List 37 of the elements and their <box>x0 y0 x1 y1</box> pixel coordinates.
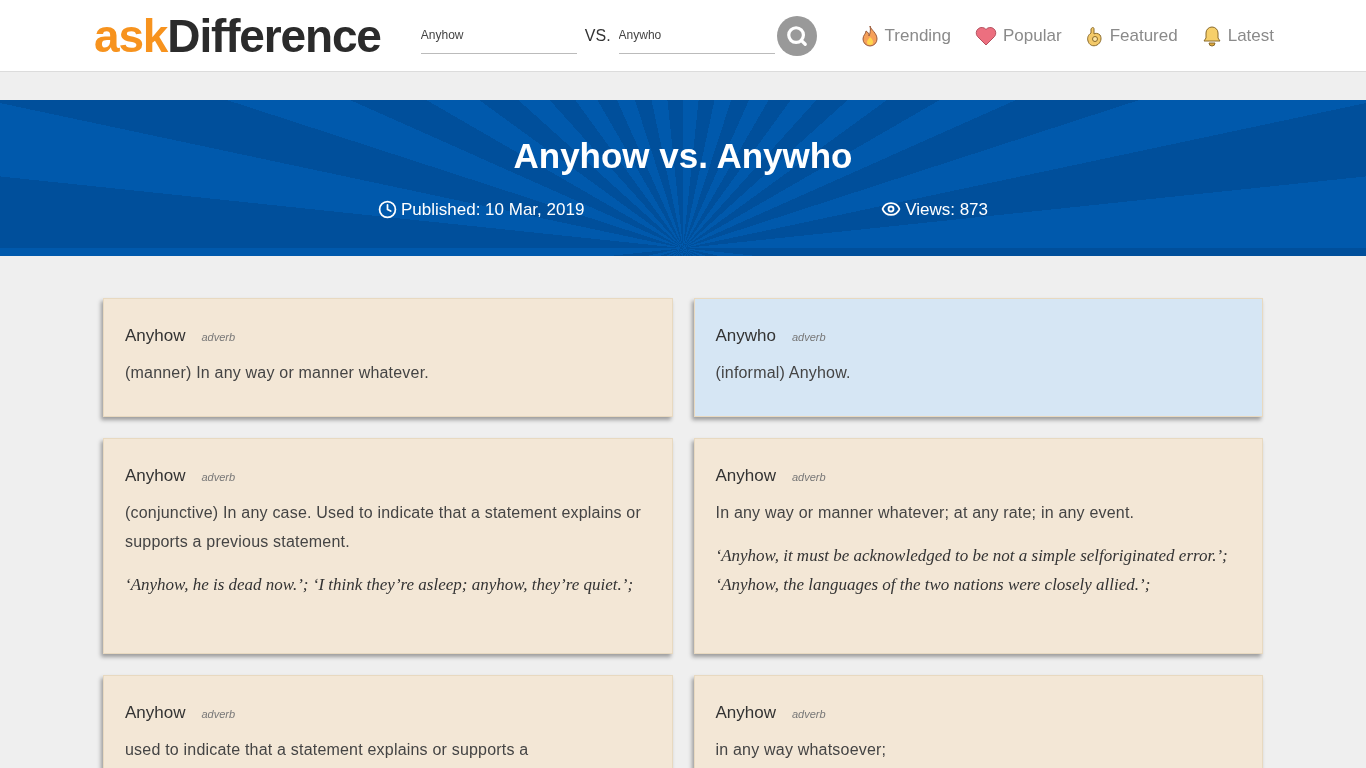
nav-link[interactable]: Latest <box>1201 22 1274 49</box>
heart-icon <box>975 25 998 46</box>
word-heading: Anyhow <box>125 325 186 347</box>
part-of-speech: adverb <box>792 470 826 485</box>
search-button[interactable] <box>776 15 817 56</box>
word-heading: Anyhow <box>715 702 776 724</box>
part-of-speech: adverb <box>201 330 236 345</box>
versus-label: VS. <box>584 25 611 46</box>
nav-link[interactable]: Popular <box>975 22 1062 49</box>
definition-text: (informal) Anyhow. <box>715 362 852 383</box>
nav-link[interactable]: Trending <box>860 22 952 49</box>
clock-icon <box>378 199 397 219</box>
view-count: Views: 873 <box>905 198 988 221</box>
definition-text: (conjunctive) In any case. Used to indicate that a statement explains or supports a previous statement. <box>125 502 642 552</box>
search-field[interactable]: Anywho <box>618 17 775 54</box>
published-date: Published: 10 Mar, 2019 <box>401 198 585 221</box>
definition-text: used to indicate that a statement explains or supports a <box>125 739 530 760</box>
word-heading: Anyhow <box>125 702 186 724</box>
bell-icon <box>1201 24 1222 47</box>
definition-text: in any way whatsoever; <box>715 739 888 760</box>
part-of-speech: adverb <box>201 470 236 485</box>
example-text: ‘Anyhow, he is dead now.’; ‘I think they’re asleep; anyhow, they’re quiet.’; <box>125 573 635 596</box>
word-heading: Anywho <box>715 325 776 347</box>
logo[interactable]: askDifference <box>94 12 381 59</box>
example-text: ‘Anyhow, it must be acknowledged to be not a simple selforiginated error.’; ‘Anyhow, the languages of the two nations were closely allied.’; <box>715 544 1229 596</box>
word-heading: Anyhow <box>125 465 186 487</box>
search-field[interactable]: Anyhow <box>420 17 577 54</box>
definition-text: (manner) In any way or manner whatever. <box>125 362 430 383</box>
page-title: Anyhow vs. Anywho <box>513 135 853 177</box>
part-of-speech: adverb <box>792 707 826 722</box>
search-icon <box>785 24 808 47</box>
word-heading: Anyhow <box>715 465 776 487</box>
part-of-speech: adverb <box>201 707 236 722</box>
part-of-speech: adverb <box>792 330 826 345</box>
flame-icon <box>860 24 879 47</box>
definition-text: In any way or manner whatever; at any rate; in any event. <box>715 502 1136 523</box>
nav-link[interactable]: Featured <box>1085 22 1178 49</box>
